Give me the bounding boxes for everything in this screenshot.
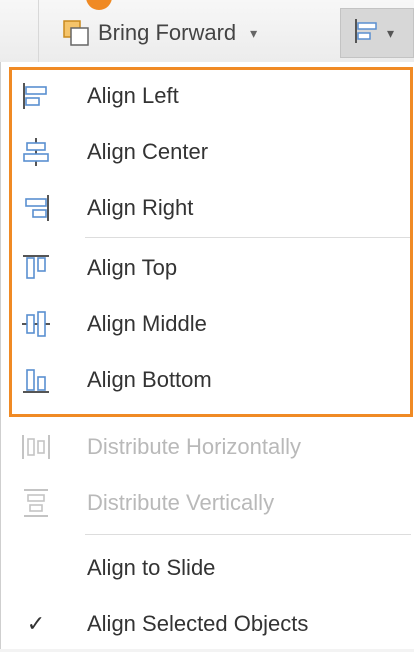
ribbon-toolbar: Bring Forward ▾ ▾	[0, 0, 414, 63]
distribute-vertically-icon	[19, 486, 53, 520]
align-top-icon	[19, 251, 53, 285]
menu-item-label: Align Center	[87, 139, 209, 164]
menu-item-align-middle[interactable]: Align Middle	[13, 296, 413, 352]
menu-item-label: Align Middle	[87, 311, 207, 336]
menu-item-align-center[interactable]: Align Center	[13, 124, 413, 180]
menu-item-align-to-slide[interactable]: Align to Slide	[13, 540, 413, 596]
callout-badge	[86, 0, 112, 10]
bring-forward-button[interactable]: Bring Forward ▾	[62, 14, 257, 52]
align-bottom-icon	[19, 363, 53, 397]
checkmark-icon: ✓	[26, 611, 46, 636]
align-center-icon	[19, 135, 53, 169]
chevron-down-icon: ▾	[387, 24, 395, 41]
menu-item-align-left[interactable]: Align Left	[13, 68, 413, 124]
chevron-down-icon[interactable]: ▾	[250, 25, 257, 42]
ribbon-divider	[38, 0, 39, 62]
menu-item-label: Align to Slide	[87, 555, 216, 580]
align-dropdown-button[interactable]: ▾	[340, 8, 414, 58]
bring-forward-icon	[62, 19, 90, 47]
align-middle-icon	[19, 307, 53, 341]
menu-item-label: Align Selected Objects	[87, 611, 309, 636]
align-left-icon	[19, 79, 53, 113]
menu-separator	[85, 237, 411, 238]
menu-item-label: Align Right	[87, 195, 194, 220]
menu-item-align-right[interactable]: Align Right	[13, 180, 413, 236]
align-left-icon	[353, 17, 381, 50]
menu-item-label: Align Top	[87, 255, 178, 280]
menu-item-align-bottom[interactable]: Align Bottom	[13, 352, 413, 408]
menu-item-distribute-horizontally: Distribute Horizontally	[13, 419, 413, 475]
menu-item-label: Align Left	[87, 83, 179, 108]
menu-separator	[85, 534, 411, 535]
menu-item-label: Distribute Vertically	[87, 490, 275, 515]
align-menu: Align Left Align Center Align Right Alig…	[0, 62, 414, 649]
menu-item-label: Align Bottom	[87, 367, 212, 392]
menu-item-distribute-vertically: Distribute Vertically	[13, 475, 413, 531]
bring-forward-label: Bring Forward	[98, 20, 237, 45]
menu-item-label: Distribute Horizontally	[87, 434, 301, 459]
align-right-icon	[19, 191, 53, 225]
distribute-horizontally-icon	[19, 430, 53, 464]
menu-item-align-selected-objects[interactable]: ✓ Align Selected Objects	[13, 596, 413, 652]
menu-item-align-top[interactable]: Align Top	[13, 240, 413, 296]
